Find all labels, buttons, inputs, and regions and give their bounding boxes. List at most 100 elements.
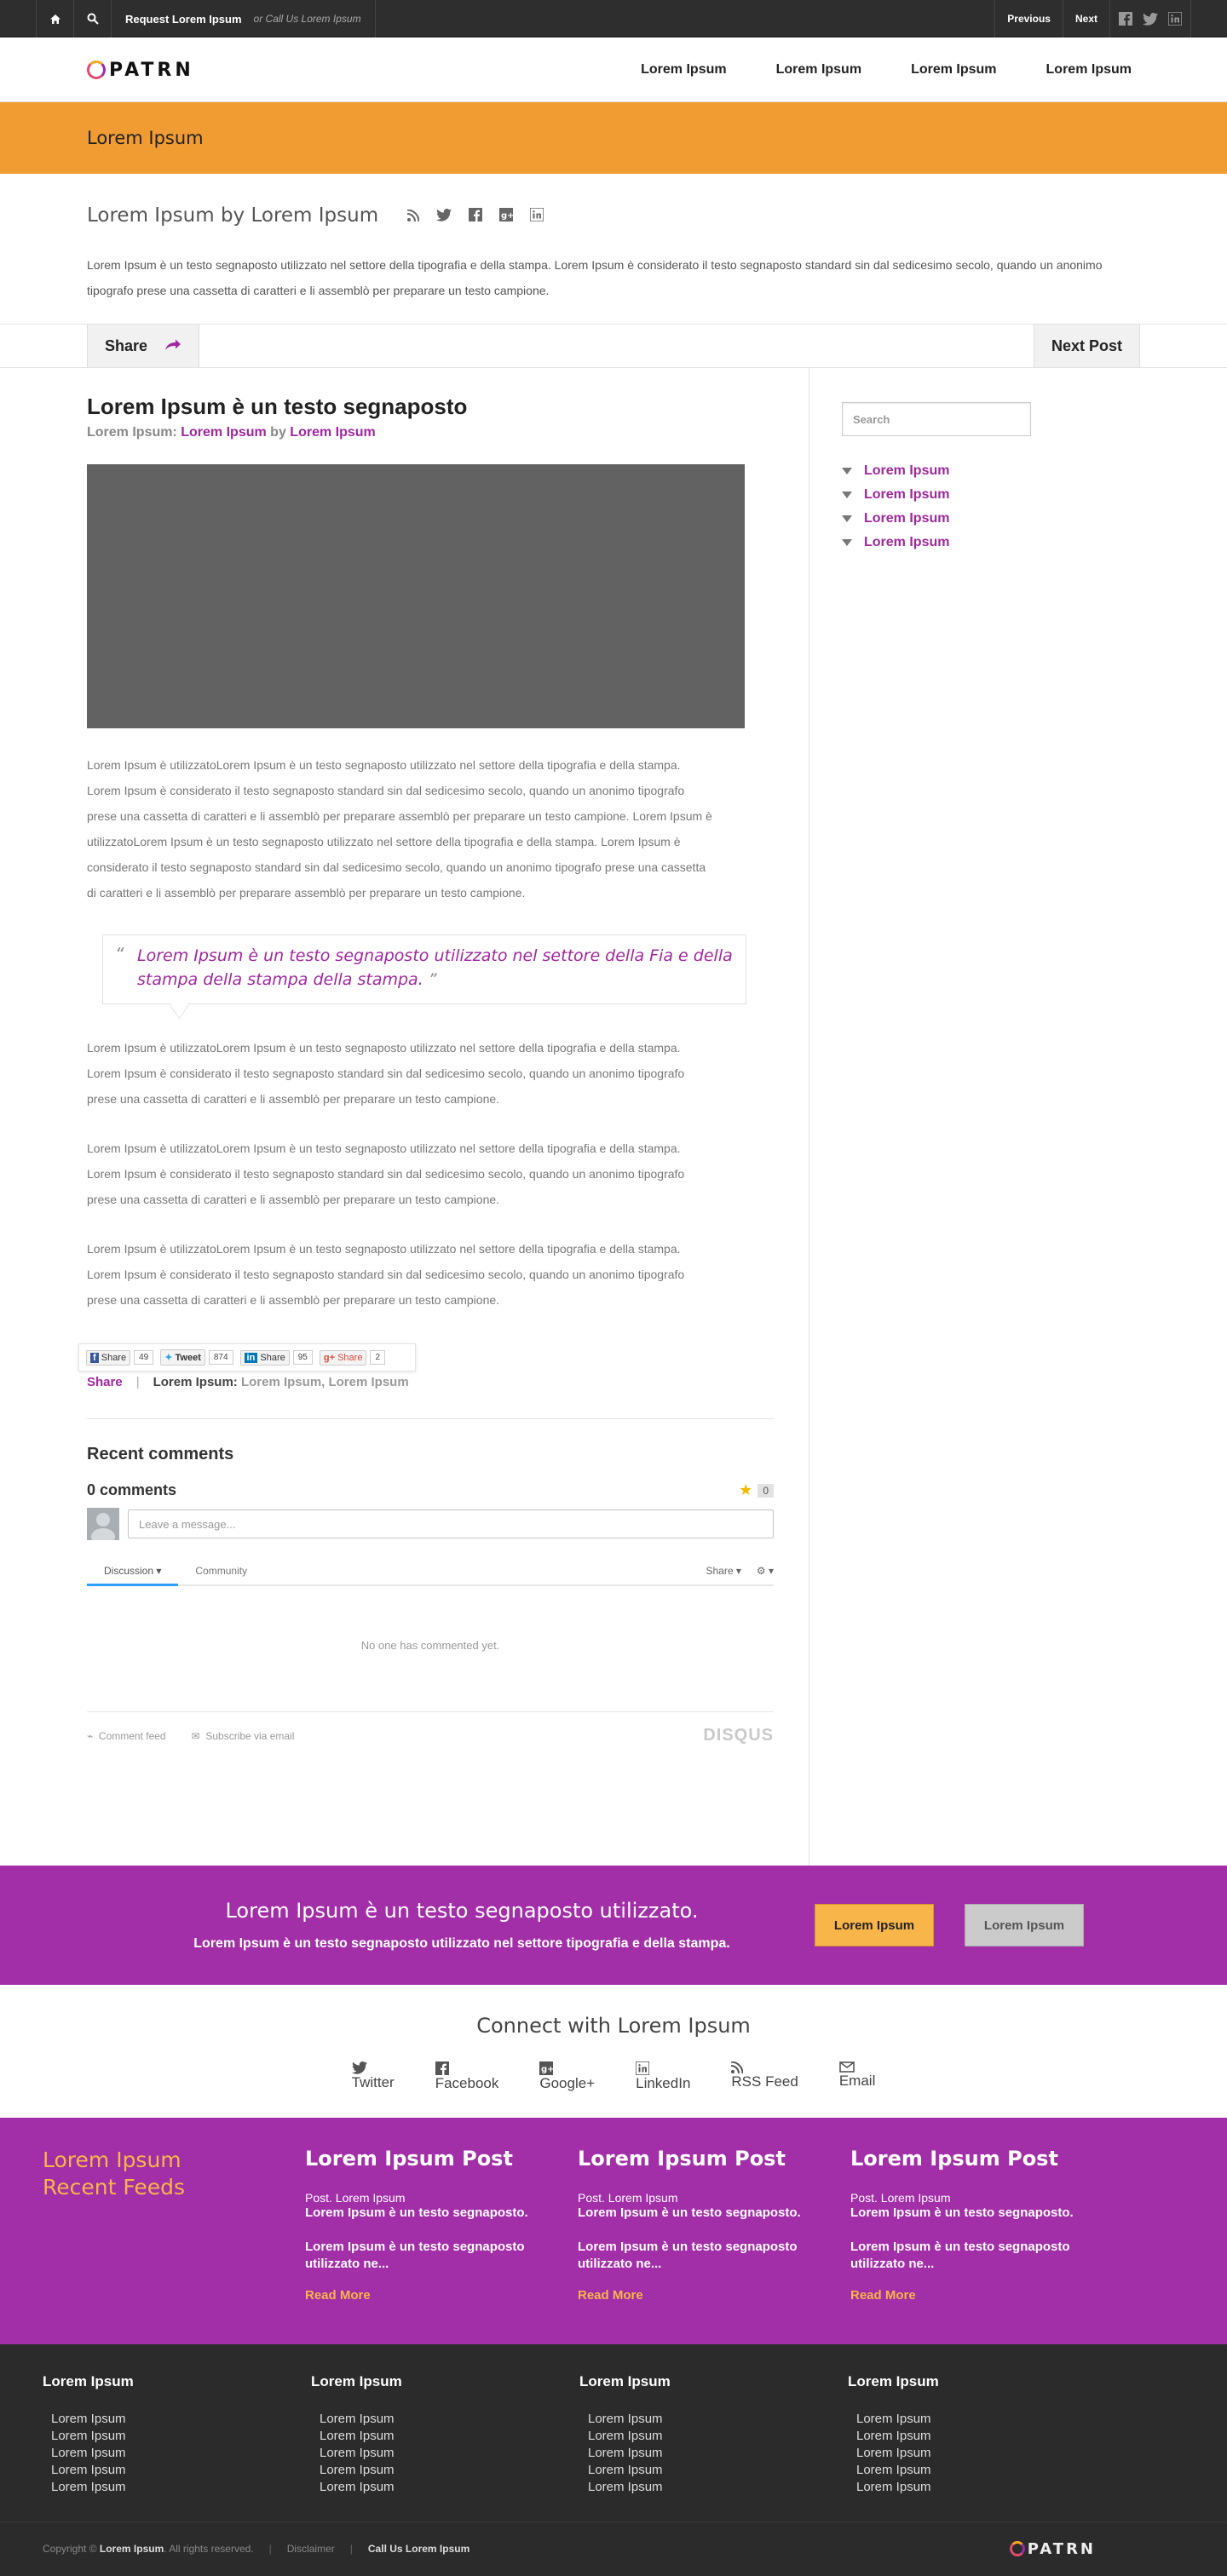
- nav-item-3[interactable]: Lorem Ipsum: [911, 62, 996, 78]
- linkedin-share-button[interactable]: in Share: [239, 1349, 290, 1366]
- cta-secondary-button[interactable]: Lorem Ipsum: [965, 1904, 1084, 1946]
- footer-link[interactable]: Lorem Ipsum: [51, 2411, 311, 2428]
- site-header: PATRN Lorem Ipsum Lorem Ipsum Lorem Ipsu…: [0, 37, 1227, 102]
- footer-link[interactable]: Lorem Ipsum: [588, 2445, 848, 2462]
- recommend-count: 0: [758, 1483, 774, 1498]
- quote-open-icon: “: [115, 944, 124, 964]
- twitter-icon[interactable]: [436, 204, 452, 227]
- facebook-share: f Share 49: [86, 1349, 154, 1366]
- nav-item-4[interactable]: Lorem Ipsum: [1046, 62, 1132, 78]
- previous-link[interactable]: Previous: [994, 0, 1063, 37]
- nav-item-1[interactable]: Lorem Ipsum: [641, 62, 726, 78]
- footer-link[interactable]: Lorem Ipsum: [51, 2462, 311, 2479]
- search-input[interactable]: Search: [842, 402, 1031, 436]
- google-plus-share: g+ Share 2: [319, 1349, 386, 1366]
- star-icon: ★: [739, 1481, 753, 1498]
- share-button[interactable]: Share: [87, 325, 200, 367]
- facebook-icon[interactable]: [469, 204, 483, 227]
- home-icon[interactable]: [36, 0, 73, 37]
- feed-title[interactable]: Lorem Ipsum Post: [850, 2147, 1123, 2171]
- disclaimer-link[interactable]: Disclaimer: [287, 2543, 335, 2555]
- subscribe-email-link[interactable]: ✉ Subscribe via email: [192, 1730, 295, 1742]
- disqus-logo[interactable]: DISQUS: [703, 1726, 774, 1745]
- feed-title[interactable]: Lorem Ipsum Post: [305, 2147, 578, 2171]
- comments-title: Recent comments: [87, 1445, 234, 1463]
- post-share-link[interactable]: Share: [87, 1375, 123, 1389]
- read-more-link[interactable]: Read More: [850, 2288, 1123, 2303]
- nav-item-2[interactable]: Lorem Ipsum: [776, 62, 861, 78]
- post-category-link[interactable]: Lorem Ipsum: [181, 425, 266, 440]
- category-item[interactable]: Lorem Ipsum: [842, 535, 1140, 550]
- footer-link[interactable]: Lorem Ipsum: [856, 2479, 1116, 2496]
- facebook-share-button[interactable]: f Share: [86, 1349, 131, 1366]
- tab-discussion[interactable]: Discussion ▾: [87, 1557, 179, 1586]
- request-link[interactable]: Request Lorem Ipsum: [125, 13, 242, 26]
- connect-rss-link[interactable]: RSS Feed: [731, 2061, 798, 2092]
- read-more-link[interactable]: Read More: [305, 2288, 578, 2303]
- read-more-link[interactable]: Read More: [578, 2288, 850, 2303]
- footer-link[interactable]: Lorem Ipsum: [856, 2411, 1116, 2428]
- footer-link[interactable]: Lorem Ipsum: [51, 2428, 311, 2445]
- footer-link[interactable]: Lorem Ipsum: [320, 2462, 579, 2479]
- next-post-button[interactable]: Next Post: [1033, 325, 1140, 367]
- google-plus-share-button[interactable]: g+ Share: [319, 1349, 367, 1366]
- linkedin-icon[interactable]: [1168, 12, 1182, 26]
- post-tags-links[interactable]: Lorem Ipsum, Lorem Ipsum: [241, 1375, 409, 1389]
- comments-tools: Share ▾ ⚙ ▾: [706, 1557, 774, 1584]
- linkedin-icon[interactable]: [529, 204, 544, 227]
- footer-link[interactable]: Lorem Ipsum: [320, 2445, 579, 2462]
- comment-input[interactable]: Leave a message...: [128, 1509, 774, 1538]
- triangle-down-icon: [842, 539, 852, 546]
- twitter-icon[interactable]: [1143, 12, 1158, 26]
- footer-column: Lorem Ipsum Lorem Ipsum Lorem Ipsum Lore…: [43, 2373, 311, 2496]
- footer-link[interactable]: Lorem Ipsum: [320, 2479, 579, 2496]
- call-us-link[interactable]: Call Us Lorem Ipsum: [368, 2543, 469, 2555]
- footer-link[interactable]: Lorem Ipsum: [856, 2428, 1116, 2445]
- connect-twitter-link[interactable]: Twitter: [351, 2061, 395, 2092]
- category-item[interactable]: Lorem Ipsum: [842, 463, 1140, 479]
- footer-link[interactable]: Lorem Ipsum: [856, 2462, 1116, 2479]
- facebook-icon[interactable]: [1119, 12, 1132, 26]
- gear-icon[interactable]: ⚙ ▾: [757, 1565, 774, 1577]
- tab-community[interactable]: Community: [178, 1557, 264, 1584]
- category-item[interactable]: Lorem Ipsum: [842, 511, 1140, 526]
- footer-link[interactable]: Lorem Ipsum: [320, 2411, 579, 2428]
- post-paragraph: Lorem Ipsum è utilizzatoLorem Ipsum è un…: [87, 1242, 685, 1307]
- tweet-button[interactable]: ✦ Tweet: [160, 1349, 205, 1366]
- feed-meta: Post. Lorem Ipsum: [305, 2191, 406, 2205]
- footer-link[interactable]: Lorem Ipsum: [320, 2428, 579, 2445]
- footer-link[interactable]: Lorem Ipsum: [51, 2479, 311, 2496]
- share-count: 95: [292, 1350, 313, 1365]
- rss-icon[interactable]: [407, 204, 420, 227]
- comment-feed-link[interactable]: ⌁ Comment feed: [87, 1730, 166, 1742]
- connect-google-plus-link[interactable]: g+ Google+: [539, 2061, 595, 2092]
- recommend-button[interactable]: ★ 0: [739, 1481, 774, 1499]
- search-icon[interactable]: [73, 0, 111, 37]
- footer-logo[interactable]: PATRN: [1009, 2540, 1096, 2558]
- feeds-heading: Lorem Ipsum Recent Feeds: [43, 2147, 305, 2303]
- connect-email-link[interactable]: Email: [839, 2061, 875, 2092]
- footer-link[interactable]: Lorem Ipsum: [51, 2445, 311, 2462]
- intro-title-row: Lorem Ipsum by Lorem Ipsum g+: [87, 204, 1140, 227]
- separator: |: [135, 1375, 140, 1389]
- next-link[interactable]: Next: [1062, 0, 1109, 37]
- feed-line: Lorem Ipsum è un testo segnaposto.: [305, 2205, 528, 2220]
- cta-primary-button[interactable]: Lorem Ipsum: [815, 1904, 934, 1946]
- footer-link[interactable]: Lorem Ipsum: [588, 2411, 848, 2428]
- connect-linkedin-link[interactable]: LinkedIn: [636, 2061, 690, 2092]
- footer-link[interactable]: Lorem Ipsum: [856, 2445, 1116, 2462]
- copyright: Copyright © Lorem Ipsum. All rights rese…: [43, 2543, 254, 2555]
- connect-facebook-link[interactable]: Facebook: [435, 2061, 498, 2092]
- comments-tabs: Discussion ▾ Community Share ▾ ⚙ ▾: [87, 1557, 774, 1586]
- share-label: Share: [105, 336, 148, 354]
- footer-link[interactable]: Lorem Ipsum: [588, 2462, 848, 2479]
- google-plus-icon[interactable]: g+: [499, 204, 515, 227]
- site-logo[interactable]: PATRN: [87, 60, 194, 81]
- post-author-link[interactable]: Lorem Ipsum: [290, 425, 375, 440]
- footer-link[interactable]: Lorem Ipsum: [588, 2479, 848, 2496]
- comments-share-button[interactable]: Share ▾: [706, 1565, 740, 1577]
- footer-link[interactable]: Lorem Ipsum: [588, 2428, 848, 2445]
- feed-excerpt: Lorem Ipsum è un testo segnaposto utiliz…: [305, 2240, 525, 2271]
- feed-title[interactable]: Lorem Ipsum Post: [578, 2147, 850, 2171]
- category-item[interactable]: Lorem Ipsum: [842, 487, 1140, 503]
